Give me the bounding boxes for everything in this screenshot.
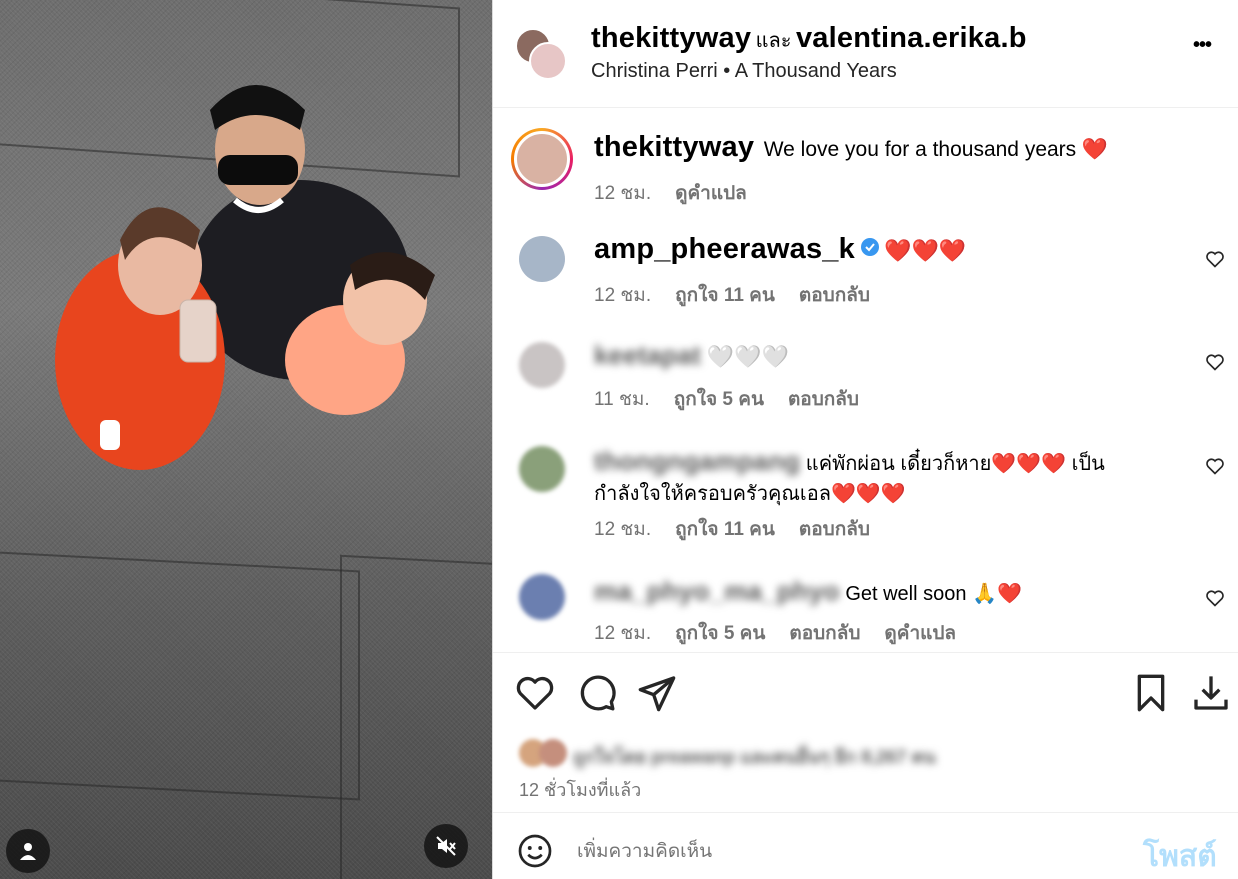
comment-likes[interactable]: ถูกใจ 5 คน	[674, 384, 764, 414]
comment-item: thongngampang แค่พักผ่อน เดี๋ยวก็หาย❤️❤️…	[493, 434, 1238, 562]
music-separator: •	[723, 60, 731, 82]
reply-button[interactable]: ตอบกลับ	[799, 280, 870, 310]
family-photo	[55, 85, 435, 470]
download-icon[interactable]	[1191, 673, 1231, 713]
caption-username[interactable]: thekittyway	[594, 131, 754, 163]
translate-link[interactable]: ดูคำแปล	[675, 178, 747, 208]
comment-username[interactable]: keetapat	[594, 340, 701, 370]
comment-time[interactable]: 12 ชม.	[594, 514, 651, 544]
comment-item: keetapat 🤍🤍🤍 11 ชม. ถูกใจ 5 คน ตอบกลับ	[493, 330, 1238, 426]
comment-icon[interactable]	[577, 673, 617, 713]
reply-button[interactable]: ตอบกลับ	[799, 514, 870, 544]
post-media[interactable]	[0, 0, 492, 879]
comment-likes[interactable]: ถูกใจ 11 คน	[675, 280, 775, 310]
comment-item: ma_phyo_ma_phyo Get well soon 🙏❤️ 12 ชม.…	[493, 566, 1238, 652]
comment-username[interactable]: thongngampang	[594, 446, 800, 476]
reply-button[interactable]: ตอบกลับ	[788, 384, 859, 414]
caption-text: We love you for a thousand years	[763, 138, 1077, 161]
music-title: A Thousand Years	[734, 60, 897, 82]
comment-composer: โพสต์	[493, 812, 1238, 879]
comment-likes[interactable]: ถูกใจ 11 คน	[675, 514, 775, 544]
comment-text: 🤍🤍🤍	[706, 344, 789, 369]
mute-button[interactable]	[424, 824, 468, 868]
post-header: thekittyway และ valentina.erika.b Christ…	[493, 0, 1238, 108]
heart-emoji: ❤️	[1081, 138, 1108, 161]
avatar[interactable]	[519, 342, 565, 388]
action-bar: ถูกใจโดย preawanp และคนอื่นๆ อีก 8,267 ค…	[493, 652, 1238, 814]
avatar[interactable]	[511, 128, 573, 190]
person-icon	[20, 843, 36, 860]
comment-text: Get well soon 🙏❤️	[845, 583, 1022, 605]
heart-icon[interactable]	[1205, 352, 1225, 372]
translate-link[interactable]: ดูคำแปล	[884, 618, 956, 648]
mute-icon	[436, 836, 456, 856]
comment-time[interactable]: 12 ชม.	[594, 618, 651, 648]
verified-icon	[860, 238, 879, 256]
tagged-people-button[interactable]	[6, 829, 50, 873]
caption: thekittyway We love you for a thousand y…	[493, 108, 1238, 208]
header-username-2[interactable]: valentina.erika.b	[796, 22, 1027, 54]
bookmark-icon[interactable]	[1131, 673, 1171, 713]
comment-text: แค่พักผ่อน เดี๋ยวก็หาย❤️❤️❤️ เป็น	[805, 453, 1105, 475]
comment-text-line2: กำลังใจให้ครอบครัวคุณเอล❤️❤️❤️	[594, 483, 906, 505]
heart-icon[interactable]	[1205, 249, 1225, 269]
post-button[interactable]: โพสต์	[1143, 833, 1217, 879]
comment-text: ❤️❤️❤️	[884, 238, 967, 263]
heart-icon[interactable]	[1205, 588, 1225, 608]
header-username-1[interactable]: thekittyway	[591, 22, 751, 54]
comment-input[interactable]	[577, 835, 1097, 869]
comment-likes[interactable]: ถูกใจ 5 คน	[675, 618, 765, 648]
avatar[interactable]	[519, 446, 565, 492]
emoji-icon[interactable]	[517, 833, 553, 869]
post-sidebar: thekittyway และ valentina.erika.b Christ…	[492, 0, 1238, 879]
caption-time[interactable]: 12 ชม.	[594, 178, 651, 208]
avatar[interactable]	[529, 42, 567, 80]
music-artist: Christina Perri	[591, 60, 718, 82]
comment-time[interactable]: 12 ชม.	[594, 280, 651, 310]
comment-item: amp_pheerawas_k ❤️❤️❤️ 12 ชม. ถูกใจ 11 ค…	[493, 224, 1238, 320]
comment-time[interactable]: 11 ชม.	[594, 384, 650, 414]
share-icon[interactable]	[637, 673, 677, 713]
likes-summary[interactable]: ถูกใจโดย preawanp และคนอื่นๆ อีก 8,267 ค…	[573, 742, 936, 771]
heart-icon[interactable]	[1205, 456, 1225, 476]
avatar[interactable]	[519, 236, 565, 282]
heart-icon[interactable]	[515, 673, 555, 713]
avatar[interactable]	[519, 574, 565, 620]
comment-username[interactable]: amp_pheerawas_k	[594, 233, 855, 265]
post-time-ago[interactable]: 12 ชั่วโมงที่แล้ว	[519, 775, 641, 804]
liker-avatars[interactable]	[519, 739, 571, 767]
comment-username[interactable]: ma_phyo_ma_phyo	[594, 576, 840, 606]
music-info[interactable]: Christina Perri • A Thousand Years	[591, 60, 897, 83]
header-joiner: และ	[755, 30, 792, 52]
reply-button[interactable]: ตอบกลับ	[789, 618, 860, 648]
more-icon[interactable]: •••	[1193, 34, 1212, 57]
